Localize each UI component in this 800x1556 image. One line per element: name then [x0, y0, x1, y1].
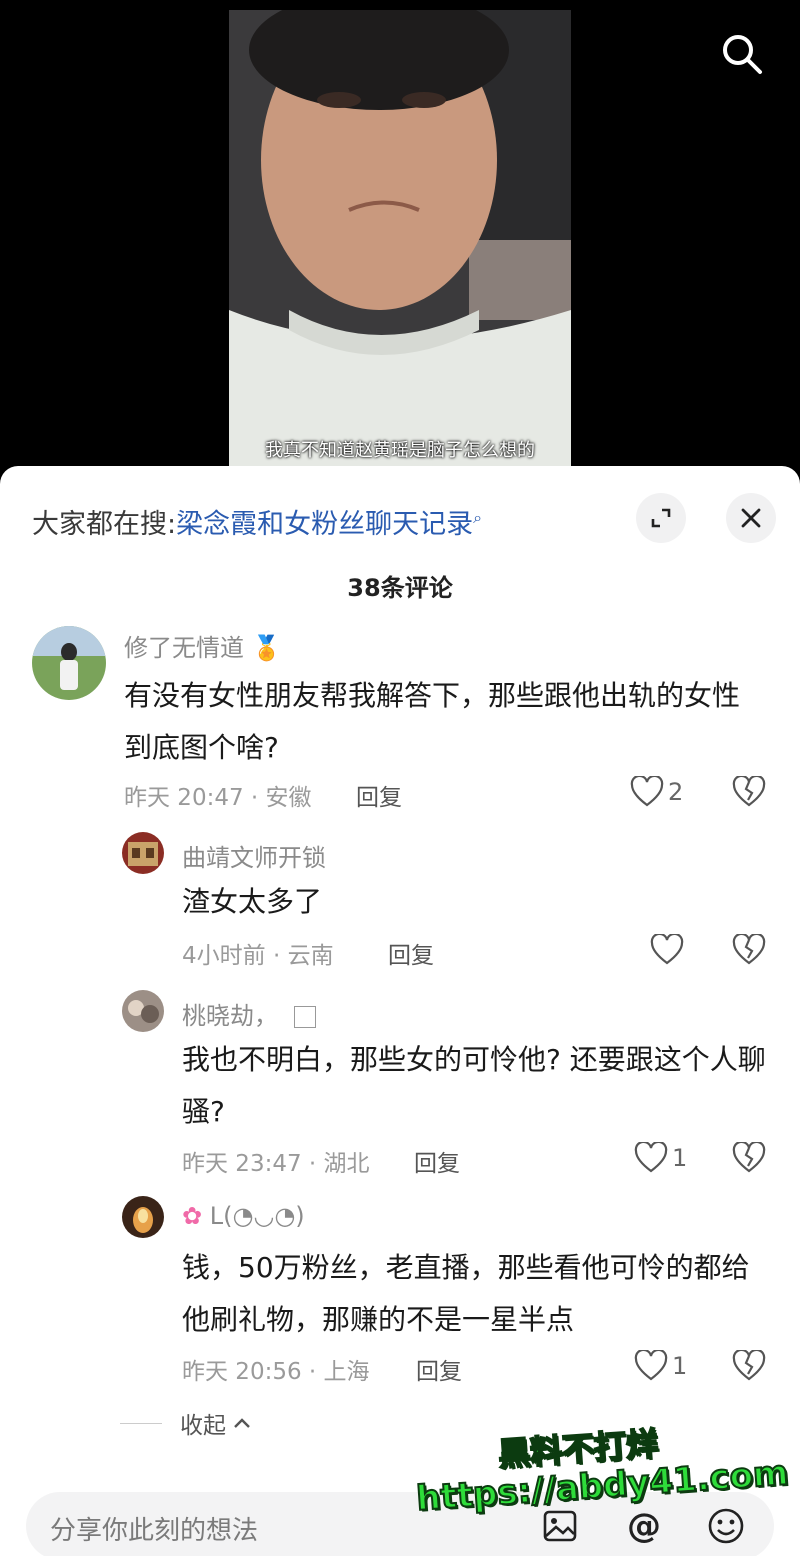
avatar[interactable] [122, 1196, 164, 1238]
broken-heart-icon [732, 1348, 766, 1381]
reply-button[interactable]: 回复 [388, 936, 434, 970]
like-button[interactable]: 1 [634, 1142, 687, 1174]
like-button[interactable]: 1 [634, 1350, 687, 1382]
heart-icon [630, 776, 664, 807]
comment-username[interactable]: ✿ L(◔◡◔) [182, 1202, 305, 1230]
comment-username[interactable]: 桃晓劫， [182, 996, 316, 1031]
comment-text: 钱，50万粉丝，老直播，那些看他可怜的都给他刷礼物，那赚的不是一星半点 [182, 1251, 750, 1336]
like-count: 1 [672, 1144, 688, 1172]
reply-button[interactable]: 回复 [416, 1352, 462, 1386]
comment-sheet: 大家都在搜:梁念霞和女粉丝聊天记录⌕ 38条评论 修了无情道 🏅 有没有女性朋友… [0, 466, 800, 1556]
broken-heart-icon [732, 774, 766, 807]
comment-text: 我也不明白，那些女的可怜他? 还要跟这个人聊骚? [182, 1043, 766, 1128]
reply-button[interactable]: 回复 [356, 778, 402, 812]
emoji-icon [708, 1508, 744, 1544]
heart-icon [634, 1142, 668, 1173]
search-button[interactable] [716, 28, 768, 80]
dislike-button[interactable] [732, 1348, 766, 1386]
video-player[interactable]: 我真不知道赵黄瑶是脑子怎么想的 [0, 0, 800, 470]
search-small-icon: ⌕ [473, 508, 483, 527]
close-icon [741, 508, 761, 528]
like-button[interactable] [650, 934, 688, 966]
collapse-label: 收起 [180, 1413, 226, 1439]
collapse-replies-button[interactable]: 收起 [120, 1406, 252, 1440]
search-icon [723, 35, 762, 74]
image-button[interactable] [540, 1506, 580, 1546]
video-person-image [229, 10, 571, 470]
hot-search-link[interactable]: 大家都在搜:梁念霞和女粉丝聊天记录⌕ [32, 502, 482, 541]
square-emoji-icon [293, 1006, 316, 1028]
hot-search-keyword[interactable]: 梁念霞和女粉丝聊天记录 [176, 509, 473, 540]
like-button[interactable]: 2 [630, 776, 683, 808]
like-count: 2 [668, 778, 684, 806]
avatar[interactable] [122, 832, 164, 874]
mention-button[interactable]: @ [624, 1506, 664, 1546]
broken-heart-icon [732, 932, 766, 965]
comment-username[interactable]: 修了无情道 🏅 [124, 628, 282, 663]
dislike-button[interactable] [732, 1140, 766, 1178]
comment-meta: 4小时前 · 云南 [182, 943, 334, 969]
comment-meta: 昨天 20:47 · 安徽 [124, 785, 312, 811]
video-subtitle: 我真不知道赵黄瑶是脑子怎么想的 [265, 440, 535, 461]
video-frame[interactable]: 我真不知道赵黄瑶是脑子怎么想的 [229, 10, 571, 470]
close-button[interactable] [726, 493, 776, 543]
comment-text: 有没有女性朋友帮我解答下，那些跟他出轨的女性到底图个啥? [124, 679, 741, 764]
hot-search-prefix: 大家都在搜: [32, 509, 177, 540]
comment-input[interactable]: 分享你此刻的想法 [50, 1510, 258, 1547]
comment-meta: 昨天 20:56 · 上海 [182, 1359, 370, 1385]
dislike-button[interactable] [732, 774, 766, 812]
reply-button[interactable]: 回复 [414, 1144, 460, 1178]
avatar[interactable] [32, 626, 106, 700]
comment-username[interactable]: 曲靖文师开锁 [182, 838, 326, 873]
image-icon [543, 1510, 577, 1542]
emoji-button[interactable] [706, 1506, 746, 1546]
heart-icon [634, 1350, 668, 1381]
dislike-button[interactable] [732, 932, 766, 970]
comment-meta: 昨天 23:47 · 湖北 [182, 1151, 370, 1177]
flower-emoji-icon: ✿ [182, 1202, 203, 1230]
comment-text: 渣女太多了 [182, 885, 323, 918]
expand-button[interactable] [636, 493, 686, 543]
heart-icon [650, 934, 684, 965]
at-icon: @ [627, 1506, 661, 1546]
comment-count: 38条评论 [347, 574, 453, 602]
avatar[interactable] [122, 990, 164, 1032]
medal-icon: 🏅 [251, 634, 282, 662]
divider [120, 1422, 162, 1424]
like-count: 1 [672, 1352, 688, 1380]
chevron-up-icon [234, 1418, 250, 1428]
broken-heart-icon [732, 1140, 766, 1173]
expand-icon [651, 508, 671, 528]
